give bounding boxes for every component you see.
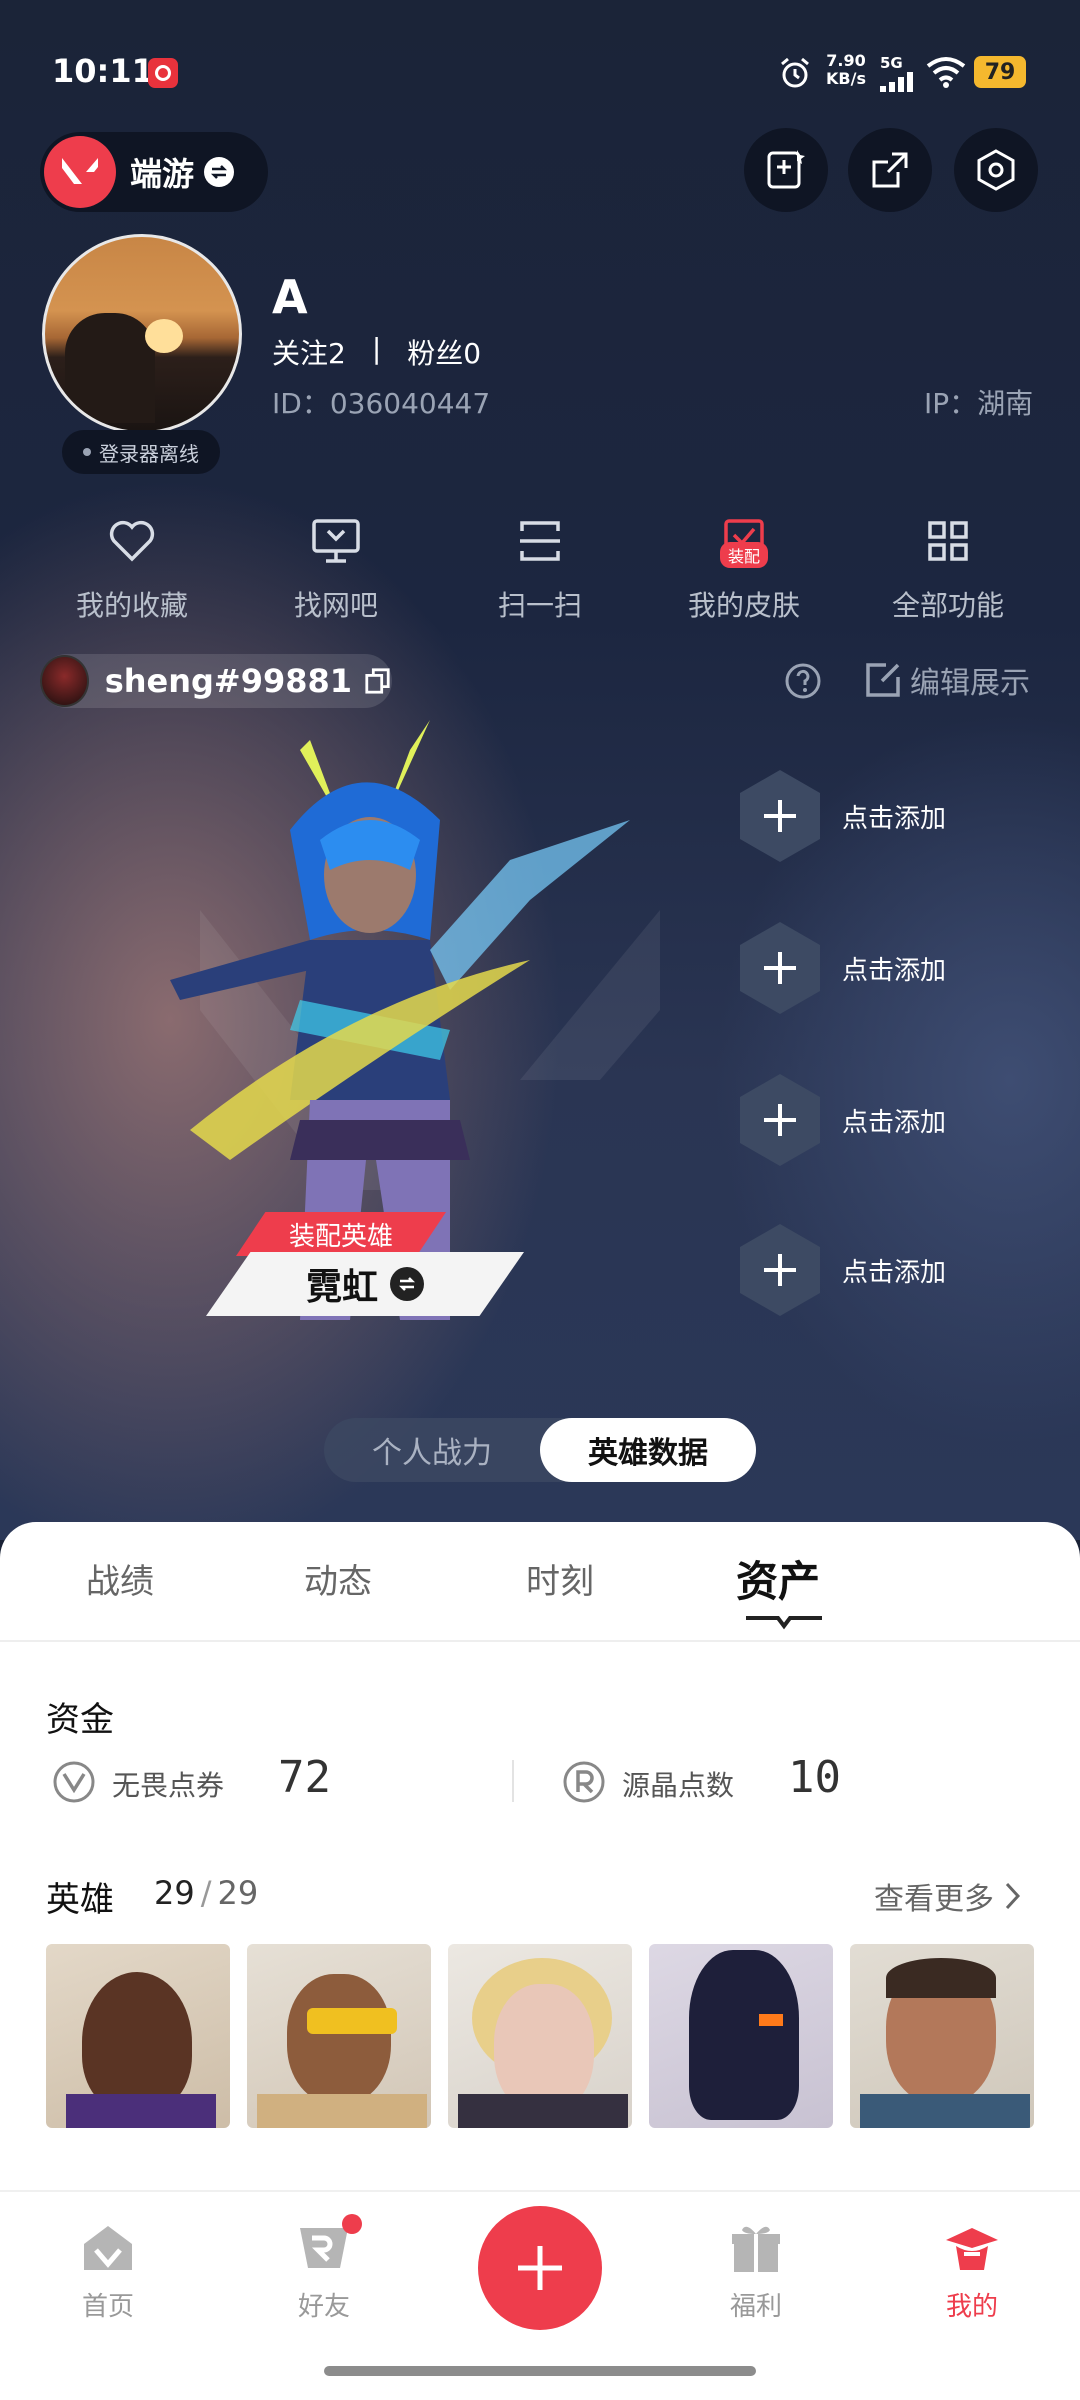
copy-icon[interactable] bbox=[364, 666, 392, 696]
rp-icon bbox=[562, 1760, 606, 1808]
tab-record[interactable]: 战绩 bbox=[86, 1554, 154, 1603]
hero-portrait-2[interactable] bbox=[247, 1944, 431, 2128]
heart-icon bbox=[32, 510, 232, 572]
signal-icon bbox=[880, 72, 916, 96]
help-icon[interactable] bbox=[784, 662, 822, 704]
nav-home[interactable]: 首页 bbox=[48, 2220, 168, 2323]
swap-agent-icon bbox=[390, 1267, 424, 1301]
rp-label: 源晶点数 bbox=[622, 1769, 735, 1802]
gesture-bar bbox=[324, 2366, 756, 2376]
netease-music-icon bbox=[148, 58, 178, 88]
ip-location: IP：湖南 bbox=[924, 387, 1034, 420]
settings-hex-icon bbox=[977, 149, 1015, 191]
plus-icon bbox=[740, 770, 820, 862]
follow-count[interactable]: 关注2 bbox=[272, 332, 346, 372]
status-time: 10:11 bbox=[52, 52, 154, 90]
hero-portrait-3[interactable] bbox=[448, 1944, 632, 2128]
plus-icon bbox=[740, 922, 820, 1014]
edit-icon bbox=[866, 663, 900, 697]
funds-divider bbox=[512, 1760, 514, 1802]
plus-icon bbox=[740, 1074, 820, 1166]
nav-welfare[interactable]: 福利 bbox=[696, 2220, 816, 2323]
agent-name: 霓虹 bbox=[305, 1267, 378, 1308]
equipped-agent-name-box[interactable]: 霓虹 bbox=[206, 1252, 524, 1316]
share-button[interactable] bbox=[848, 128, 932, 212]
follow-stats: 关注2 | 粉丝0 bbox=[272, 332, 481, 372]
vp-icon bbox=[52, 1760, 96, 1808]
account-avatar bbox=[40, 655, 89, 707]
skin-icon: 装配 bbox=[644, 510, 844, 572]
nav-friends[interactable]: 好友 bbox=[264, 2214, 384, 2323]
function-scan[interactable]: 扫一扫 bbox=[440, 510, 640, 624]
function-my-skins[interactable]: 装配 我的皮肤 bbox=[644, 510, 844, 624]
network-speed: 7.90 KB/s bbox=[826, 51, 866, 88]
toggle-hero-data[interactable]: 英雄数据 bbox=[540, 1418, 756, 1482]
view-more-button[interactable]: 查看更多 bbox=[874, 1874, 1022, 1918]
stats-separator: | bbox=[371, 332, 382, 365]
monitor-icon bbox=[236, 510, 436, 572]
plus-icon bbox=[518, 2246, 562, 2290]
showcase-slot-2[interactable]: 点击添加 bbox=[740, 920, 1040, 1016]
chevron-right-icon bbox=[1005, 1882, 1021, 1910]
game-mode-label: 端游 bbox=[130, 155, 195, 193]
user-id: ID：036040447 bbox=[272, 387, 491, 420]
showcase-slot-3[interactable]: 点击添加 bbox=[740, 1072, 1040, 1168]
avatar[interactable] bbox=[42, 234, 242, 434]
hero-portrait-4[interactable] bbox=[649, 1944, 833, 2128]
settings-button[interactable] bbox=[954, 128, 1038, 212]
profile-hat-icon bbox=[946, 2228, 998, 2270]
tab-divider bbox=[0, 1640, 1080, 1642]
post-edit-button[interactable] bbox=[744, 128, 828, 212]
equipped-agent-tag: 装配英雄 bbox=[236, 1212, 446, 1256]
battery-indicator: 79 bbox=[974, 56, 1026, 88]
heroes-owned: 29 bbox=[154, 1874, 195, 1912]
function-favorites[interactable]: 我的收藏 bbox=[32, 510, 232, 624]
fans-count[interactable]: 粉丝0 bbox=[407, 332, 481, 372]
wifi-icon bbox=[926, 56, 966, 92]
data-view-toggle: 个人战力 英雄数据 bbox=[324, 1418, 756, 1482]
rp-value: 10 bbox=[788, 1752, 841, 1803]
funds-title: 资金 bbox=[46, 1700, 114, 1740]
heroes-count: 29/29 bbox=[154, 1874, 258, 1912]
edit-showcase-button[interactable]: 编辑展示 bbox=[864, 658, 1030, 702]
vp-label: 无畏点券 bbox=[112, 1769, 225, 1802]
toggle-personal-power[interactable]: 个人战力 bbox=[324, 1418, 540, 1482]
network-type: 5G bbox=[880, 54, 903, 72]
plus-icon bbox=[740, 1224, 820, 1316]
showcase-slot-4[interactable]: 点击添加 bbox=[740, 1222, 1040, 1318]
alarm-icon bbox=[778, 56, 812, 94]
valorant-logo-icon bbox=[44, 136, 116, 208]
vp-value: 72 bbox=[278, 1752, 331, 1803]
nav-divider bbox=[0, 2190, 1080, 2192]
user-name: A bbox=[272, 270, 308, 324]
tab-assets[interactable]: 资产 bbox=[736, 1548, 820, 1609]
friends-notification-dot bbox=[342, 2214, 362, 2234]
create-post-button[interactable] bbox=[478, 2206, 602, 2330]
home-icon bbox=[84, 2226, 132, 2270]
grid-icon bbox=[848, 510, 1048, 572]
heroes-total: 29 bbox=[217, 1874, 259, 1912]
profile-header-background: 10:11 7.90 KB/s 5G 79 端游 登录器离线 A 关注2 | 粉… bbox=[0, 0, 1080, 1540]
function-all[interactable]: 全部功能 bbox=[848, 510, 1048, 624]
gift-icon bbox=[732, 2226, 780, 2272]
active-tab-indicator bbox=[746, 1616, 822, 1630]
function-find-netcafe[interactable]: 找网吧 bbox=[236, 510, 436, 624]
game-switcher[interactable]: 端游 bbox=[40, 132, 268, 212]
launcher-status-badge: 登录器离线 bbox=[62, 430, 220, 474]
switch-icon bbox=[204, 157, 235, 187]
edit-card-icon bbox=[767, 150, 805, 189]
riot-id: sheng#99881 bbox=[104, 662, 353, 700]
heroes-title: 英雄 bbox=[46, 1880, 114, 1920]
tab-feed[interactable]: 动态 bbox=[304, 1554, 372, 1603]
heroes-separator: / bbox=[200, 1874, 212, 1912]
scan-icon bbox=[440, 510, 640, 572]
hero-portrait-1[interactable] bbox=[46, 1944, 230, 2128]
nav-me[interactable]: 我的 bbox=[912, 2220, 1032, 2323]
tab-moments[interactable]: 时刻 bbox=[526, 1554, 594, 1603]
skin-badge: 装配 bbox=[720, 542, 769, 568]
share-icon bbox=[872, 152, 908, 188]
showcase-slot-1[interactable]: 点击添加 bbox=[740, 768, 1040, 864]
hero-portrait-5[interactable] bbox=[850, 1944, 1034, 2128]
